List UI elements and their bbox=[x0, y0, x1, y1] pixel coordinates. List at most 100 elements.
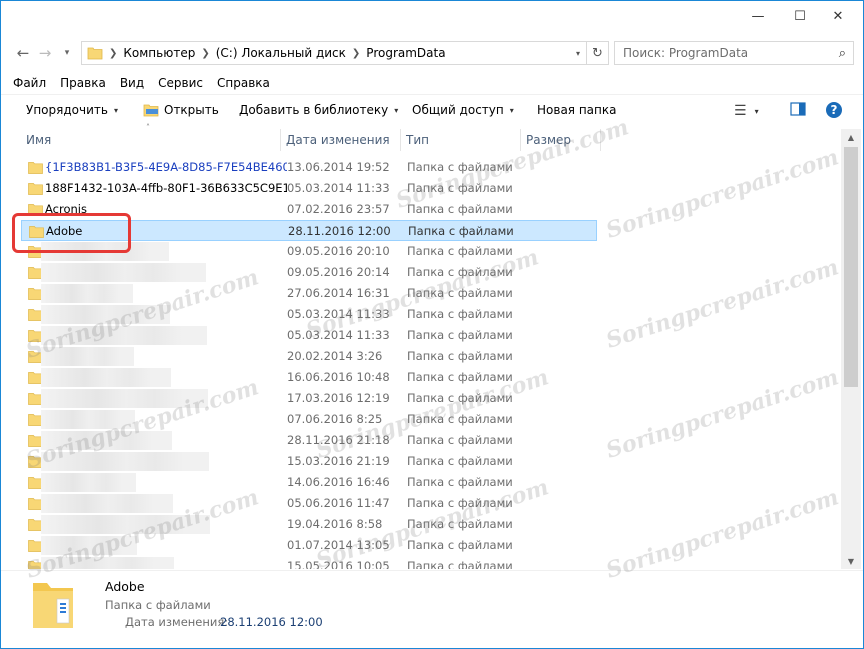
file-row[interactable]: 188F1432-103A-4ffb-80F1-36B633C5C9E1 05.0… bbox=[21, 178, 597, 199]
breadcrumb-programdata[interactable]: ProgramData bbox=[366, 46, 445, 60]
file-type: Папка с файлами bbox=[408, 224, 514, 238]
file-date: 13.06.2014 19:52 bbox=[287, 160, 390, 174]
breadcrumb-separator-icon: ❯ bbox=[109, 47, 118, 59]
file-row[interactable]: 15.03.2016 21:19 Папка с файлами bbox=[21, 451, 597, 472]
file-date: 07.06.2016 8:25 bbox=[287, 412, 383, 426]
file-date: 05.06.2016 11:47 bbox=[287, 496, 390, 510]
file-type: Папка с файлами bbox=[407, 202, 513, 216]
file-row[interactable]: 27.06.2014 16:31 Папка с файлами bbox=[21, 283, 597, 304]
file-date: 20.02.2014 3:26 bbox=[287, 349, 383, 363]
file-row[interactable]: 05.06.2016 11:47 Папка с файлами bbox=[21, 493, 597, 514]
file-date: 15.05.2016 10:05 bbox=[287, 559, 390, 569]
file-row[interactable]: 14.06.2016 16:46 Папка с файлами bbox=[21, 472, 597, 493]
preview-pane-icon[interactable] bbox=[790, 101, 806, 117]
file-row[interactable]: 28.11.2016 21:18 Папка с файлами bbox=[21, 430, 597, 451]
open-label: Открыть bbox=[164, 103, 219, 117]
file-date: 27.06.2014 16:31 bbox=[287, 286, 390, 300]
file-row[interactable]: 01.07.2014 13:05 Папка с файлами bbox=[21, 535, 597, 556]
menu-file[interactable]: Файл bbox=[13, 76, 46, 90]
file-type: Папка с файлами bbox=[407, 454, 513, 468]
censored-name-block bbox=[41, 494, 173, 513]
minimize-button[interactable]: — bbox=[739, 1, 777, 31]
search-input[interactable]: Поиск: ProgramData ⌕ bbox=[614, 41, 854, 65]
recent-locations-chevron-icon[interactable]: ▾ bbox=[57, 43, 77, 63]
open-folder-icon bbox=[143, 104, 159, 117]
address-bar-row: ← → ▾ ❯ Компьютер ❯ (C:) Локальный диск … bbox=[1, 37, 863, 69]
details-pane: Adobe Папка с файлами Дата изменения: 28… bbox=[1, 570, 863, 648]
menu-tools[interactable]: Сервис bbox=[158, 76, 203, 90]
file-type: Папка с файлами bbox=[407, 475, 513, 489]
censored-name-block bbox=[41, 326, 207, 345]
file-row[interactable]: 16.06.2016 10:48 Папка с файлами bbox=[21, 367, 597, 388]
file-row[interactable]: 05.03.2014 11:33 Папка с файлами bbox=[21, 325, 597, 346]
scrollbar-thumb[interactable] bbox=[844, 147, 858, 387]
share-label: Общий доступ bbox=[412, 103, 504, 117]
folder-icon bbox=[28, 162, 43, 174]
vertical-scrollbar[interactable]: ▲ ▼ bbox=[841, 129, 861, 569]
file-type: Папка с файлами bbox=[407, 181, 513, 195]
file-date: 05.03.2014 11:33 bbox=[287, 307, 390, 321]
svg-text:?: ? bbox=[831, 103, 838, 117]
file-row[interactable]: 17.03.2016 12:19 Папка с файлами bbox=[21, 388, 597, 409]
scroll-up-icon[interactable]: ▲ bbox=[841, 129, 861, 145]
breadcrumb-computer[interactable]: Компьютер bbox=[123, 46, 195, 60]
search-placeholder: Поиск: ProgramData bbox=[623, 46, 749, 60]
large-folder-icon bbox=[33, 583, 73, 628]
help-icon[interactable]: ? bbox=[825, 101, 843, 119]
add-to-library-button[interactable]: Добавить в библиотеку ▾ bbox=[239, 103, 398, 117]
file-date: 15.03.2016 21:19 bbox=[287, 454, 390, 468]
file-row[interactable]: 09.05.2016 20:14 Папка с файлами bbox=[21, 262, 597, 283]
censored-name-block bbox=[41, 263, 206, 282]
censored-name-block bbox=[41, 452, 209, 471]
new-folder-label: Новая папка bbox=[537, 103, 617, 117]
menu-bar: Файл Правка Вид Сервис Справка bbox=[1, 71, 863, 95]
column-header-date[interactable]: Дата изменения bbox=[281, 129, 401, 151]
file-type: Папка с файлами bbox=[407, 328, 513, 342]
back-arrow-icon[interactable]: ← bbox=[13, 43, 33, 63]
organize-button[interactable]: Упорядочить ▾ bbox=[26, 103, 118, 117]
column-header-type[interactable]: Тип bbox=[401, 129, 521, 151]
menu-view[interactable]: Вид bbox=[120, 76, 144, 90]
file-name: {1F3B83B1-B3F5-4E9A-8D85-F7E54BE460... bbox=[45, 160, 287, 174]
search-icon[interactable]: ⌕ bbox=[839, 46, 846, 61]
menu-edit[interactable]: Правка bbox=[60, 76, 106, 90]
file-date: 09.05.2016 20:10 bbox=[287, 244, 390, 258]
file-date: 14.06.2016 16:46 bbox=[287, 475, 390, 489]
menu-help[interactable]: Справка bbox=[217, 76, 270, 90]
address-input[interactable]: ❯ Компьютер ❯ (C:) Локальный диск ❯ Prog… bbox=[81, 41, 609, 65]
refresh-icon[interactable]: ↻ bbox=[586, 42, 608, 64]
file-row[interactable]: 20.02.2014 3:26 Папка с файлами bbox=[21, 346, 597, 367]
open-button[interactable]: Открыть bbox=[143, 103, 219, 117]
censored-name-block bbox=[41, 515, 210, 534]
title-bar: — ☐ ✕ bbox=[1, 1, 863, 31]
forward-arrow-icon[interactable]: → bbox=[35, 43, 55, 63]
file-row[interactable]: {1F3B83B1-B3F5-4E9A-8D85-F7E54BE460... 13… bbox=[21, 157, 597, 178]
file-date: 16.06.2016 10:48 bbox=[287, 370, 390, 384]
details-date-label: Дата изменения: bbox=[125, 615, 229, 629]
breadcrumb-dropdown-icon[interactable]: ▾ bbox=[576, 49, 580, 58]
scroll-down-icon[interactable]: ▼ bbox=[841, 553, 861, 569]
add-library-label: Добавить в библиотеку bbox=[239, 103, 389, 117]
censored-name-block bbox=[41, 347, 134, 366]
column-header-size[interactable]: Размер bbox=[521, 129, 601, 151]
file-date: 17.03.2016 12:19 bbox=[287, 391, 390, 405]
details-date-value: 28.11.2016 12:00 bbox=[220, 615, 323, 629]
file-row[interactable]: 15.05.2016 10:05 Папка с файлами bbox=[21, 556, 597, 569]
share-button[interactable]: Общий доступ ▾ bbox=[412, 103, 514, 117]
censored-name-block bbox=[41, 431, 172, 450]
censored-name-block bbox=[41, 284, 133, 303]
file-row[interactable]: 19.04.2016 8:58 Папка с файлами bbox=[21, 514, 597, 535]
file-type: Папка с файлами bbox=[407, 517, 513, 531]
file-type: Папка с файлами bbox=[407, 559, 513, 569]
details-name: Adobe bbox=[105, 579, 145, 594]
censored-name-block bbox=[41, 557, 174, 569]
breadcrumb-drive-c[interactable]: (C:) Локальный диск bbox=[216, 46, 346, 60]
close-button[interactable]: ✕ bbox=[819, 1, 857, 31]
new-folder-button[interactable]: Новая папка bbox=[537, 103, 616, 117]
column-header-name[interactable]: Имя bbox=[21, 129, 281, 151]
file-row[interactable]: 05.03.2014 11:33 Папка с файлами bbox=[21, 304, 597, 325]
breadcrumb-separator-icon: ❯ bbox=[201, 47, 210, 59]
file-row[interactable]: 07.06.2016 8:25 Папка с файлами bbox=[21, 409, 597, 430]
view-options-icon[interactable]: ☰ ▾ bbox=[734, 103, 759, 119]
maximize-button[interactable]: ☐ bbox=[781, 1, 819, 31]
